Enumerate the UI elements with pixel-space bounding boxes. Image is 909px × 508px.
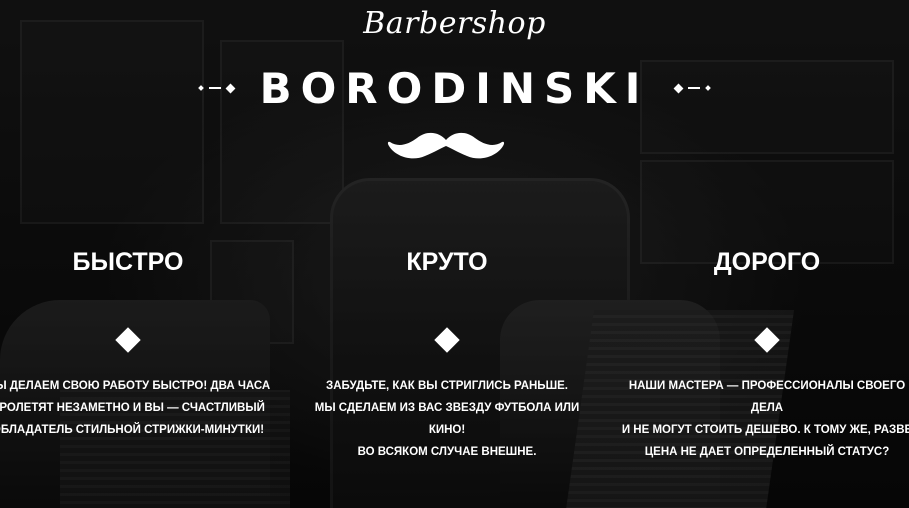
hero-section: Barbershop BORODINSKI БЫСТРО МЫ ДЕЛАЕМ С… <box>0 0 909 508</box>
right-ornament-icon <box>673 83 712 93</box>
brand-name: BORODINSKI <box>259 63 650 113</box>
mustache-icon <box>387 132 505 159</box>
left-ornament-icon <box>197 83 236 93</box>
brand-logo: BORODINSKI <box>0 58 909 118</box>
feature-title: КРУТО <box>406 248 488 276</box>
diamond-icon <box>115 327 141 353</box>
brand-script-title: Barbershop <box>363 6 546 41</box>
feature-cool: КРУТО ЗАБУДЬТЕ, КАК ВЫ СТРИГЛИСЬ РАНЬШЕ.… <box>297 245 597 463</box>
feature-expensive: ДОРОГО НАШИ МАСТЕРА — ПРОФЕССИОНАЛЫ СВОЕ… <box>617 245 909 463</box>
feature-title: БЫСТРО <box>72 248 184 276</box>
feature-fast: БЫСТРО МЫ ДЕЛАЕМ СВОЮ РАБОТУ БЫСТРО! ДВА… <box>0 245 278 441</box>
feature-text: МЫ ДЕЛАЕМ СВОЮ РАБОТУ БЫСТРО! ДВА ЧАСА П… <box>0 380 271 436</box>
diamond-icon <box>754 327 780 353</box>
feature-text: НАШИ МАСТЕРА — ПРОФЕССИОНАЛЫ СВОЕГО ДЕЛА… <box>621 380 909 458</box>
feature-text: ЗАБУДЬТЕ, КАК ВЫ СТРИГЛИСЬ РАНЬШЕ. МЫ СД… <box>314 380 580 458</box>
diamond-icon <box>434 327 460 353</box>
feature-title: ДОРОГО <box>713 248 821 276</box>
